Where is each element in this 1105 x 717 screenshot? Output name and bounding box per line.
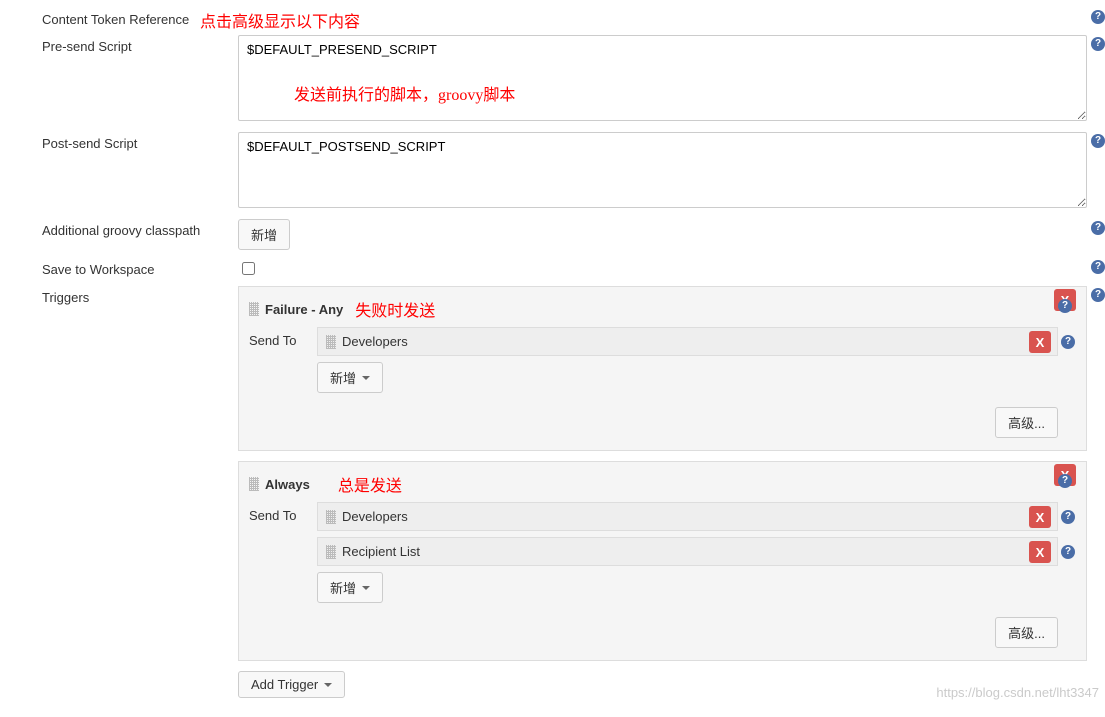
delete-recipient-button[interactable]: X [1029, 506, 1051, 528]
add-recipient-button[interactable]: 新增 [317, 362, 383, 393]
presend-script-label: Pre-send Script [42, 35, 238, 54]
postsend-script-row: Post-send Script ? [42, 132, 1087, 211]
trigger-box-failure-any: X ? Failure - Any 失败时发送 Send To Develope… [238, 286, 1087, 451]
recipient-row: Developers X ? [317, 502, 1058, 531]
help-icon[interactable]: ? [1091, 260, 1105, 274]
help-icon[interactable]: ? [1061, 545, 1075, 559]
postsend-script-textarea[interactable] [238, 132, 1087, 208]
drag-handle-icon[interactable] [249, 477, 259, 491]
advanced-button[interactable]: 高级... [995, 617, 1058, 648]
recipient-name: Developers [342, 334, 408, 349]
help-icon[interactable]: ? [1091, 288, 1105, 302]
recipient-row: Developers X ? [317, 327, 1058, 356]
add-classpath-button[interactable]: 新增 [238, 219, 290, 250]
sendto-label: Send To [249, 502, 305, 523]
delete-recipient-button[interactable]: X [1029, 331, 1051, 353]
presend-script-textarea[interactable] [238, 35, 1087, 121]
drag-handle-icon[interactable] [249, 302, 259, 316]
help-icon[interactable]: ? [1058, 299, 1072, 313]
recipient-name: Recipient List [342, 544, 420, 559]
help-icon[interactable]: ? [1091, 221, 1105, 235]
content-token-reference-row: Content Token Reference ? 点击高级显示以下内容 [42, 8, 1087, 27]
trigger-title: Failure - Any [265, 302, 343, 317]
drag-handle-icon[interactable] [326, 510, 336, 524]
annotation-trigger-0: 失败时发送 [355, 297, 435, 321]
sendto-label: Send To [249, 327, 305, 348]
help-icon[interactable]: ? [1058, 474, 1072, 488]
classpath-label: Additional groovy classpath [42, 219, 238, 238]
advanced-button[interactable]: 高级... [995, 407, 1058, 438]
presend-script-row: Pre-send Script ? 发送前执行的脚本，groovy脚本 [42, 35, 1087, 124]
save-workspace-row: Save to Workspace ? [42, 258, 1087, 278]
drag-handle-icon[interactable] [326, 545, 336, 559]
chevron-down-icon [362, 376, 370, 380]
triggers-label: Triggers [42, 286, 238, 305]
recipient-row: Recipient List X ? [317, 537, 1058, 566]
content-token-reference-label: Content Token Reference [42, 8, 238, 27]
chevron-down-icon [324, 683, 332, 687]
help-icon[interactable]: ? [1091, 134, 1105, 148]
drag-handle-icon[interactable] [326, 335, 336, 349]
delete-recipient-button[interactable]: X [1029, 541, 1051, 563]
help-icon[interactable]: ? [1061, 335, 1075, 349]
postsend-script-label: Post-send Script [42, 132, 238, 151]
triggers-row: Triggers ? X ? Failure - Any 失败时发送 Send … [42, 286, 1087, 698]
save-workspace-label: Save to Workspace [42, 258, 238, 277]
add-trigger-button[interactable]: Add Trigger [238, 671, 345, 698]
classpath-row: Additional groovy classpath 新增 ? [42, 219, 1087, 250]
save-workspace-checkbox[interactable] [242, 262, 255, 275]
trigger-title: Always [265, 477, 310, 492]
trigger-box-always: X ? Always 总是发送 Send To Developers X ? [238, 461, 1087, 661]
help-icon[interactable]: ? [1061, 510, 1075, 524]
help-icon[interactable]: ? [1091, 10, 1105, 24]
help-icon[interactable]: ? [1091, 37, 1105, 51]
annotation-trigger-1: 总是发送 [338, 472, 402, 496]
recipient-name: Developers [342, 509, 408, 524]
add-recipient-button[interactable]: 新增 [317, 572, 383, 603]
chevron-down-icon [362, 586, 370, 590]
